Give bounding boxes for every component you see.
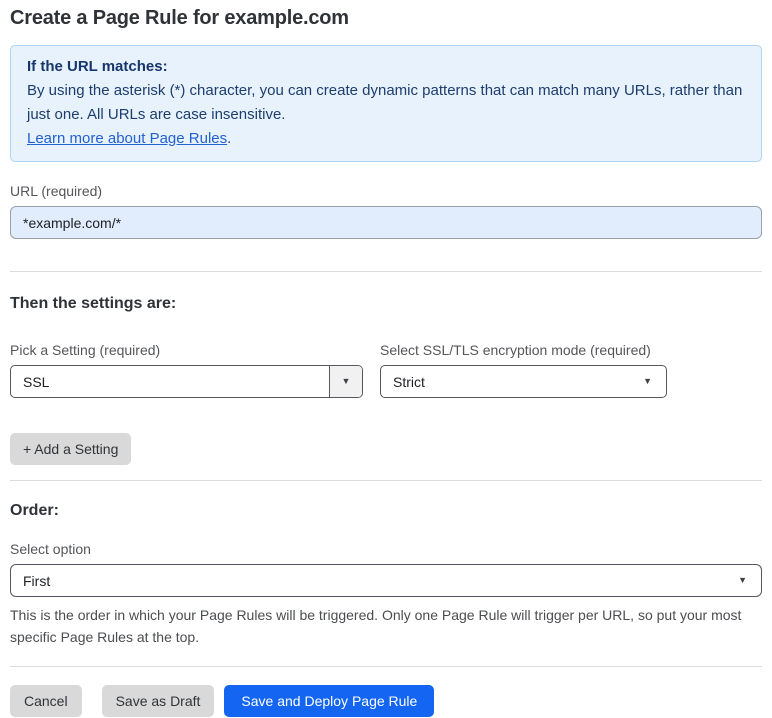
setting-select[interactable]: SSL ▼ [10, 365, 363, 398]
ssl-mode-field: Select SSL/TLS encryption mode (required… [380, 342, 667, 398]
section-divider [10, 666, 762, 667]
info-box-link-line: Learn more about Page Rules. [27, 127, 745, 151]
setting-select-label: Pick a Setting (required) [10, 342, 161, 358]
cancel-button[interactable]: Cancel [10, 685, 82, 717]
chevron-down-icon: ▼ [738, 576, 761, 585]
chevron-down-icon: ▼ [329, 366, 362, 397]
url-field-label: URL (required) [10, 183, 103, 199]
chevron-down-icon: ▼ [643, 377, 666, 386]
order-select[interactable]: First ▼ [10, 564, 762, 597]
setting-field: Pick a Setting (required) SSL ▼ [10, 342, 363, 398]
settings-section-heading: Then the settings are: [10, 295, 177, 312]
info-box-body: By using the asterisk (*) character, you… [27, 82, 743, 123]
page-title: Create a Page Rule for example.com [10, 7, 349, 29]
info-box-heading: If the URL matches: [27, 58, 168, 75]
setting-select-value: SSL [23, 373, 50, 390]
ssl-mode-select-value: Strict [393, 373, 425, 390]
link-suffix: . [227, 130, 232, 147]
url-match-info-box: If the URL matches: By using the asteris… [10, 45, 762, 162]
chevron-down-glyph: ▼ [738, 575, 747, 585]
chevron-down-glyph: ▼ [643, 376, 652, 386]
ssl-mode-select[interactable]: Strict ▼ [380, 365, 667, 398]
order-section-heading: Order: [10, 502, 59, 519]
section-divider [10, 480, 762, 481]
ssl-mode-select-label: Select SSL/TLS encryption mode (required… [380, 342, 651, 358]
learn-more-link[interactable]: Learn more about Page Rules [27, 130, 227, 147]
form-actions: Cancel Save as Draft Save and Deploy Pag… [10, 685, 762, 717]
add-setting-button[interactable]: + Add a Setting [10, 433, 132, 465]
section-divider [10, 271, 762, 272]
url-input[interactable] [10, 206, 762, 239]
save-as-draft-button[interactable]: Save as Draft [101, 685, 215, 717]
settings-row: Pick a Setting (required) SSL ▼ Select S… [10, 342, 762, 398]
create-page-rule-form: Create a Page Rule for example.com If th… [0, 7, 772, 717]
chevron-down-glyph: ▼ [341, 376, 351, 386]
save-and-deploy-button[interactable]: Save and Deploy Page Rule [224, 685, 435, 717]
order-select-label: Select option [10, 541, 91, 557]
order-help-text: This is the order in which your Page Rul… [10, 607, 742, 645]
order-select-value: First [23, 572, 51, 589]
